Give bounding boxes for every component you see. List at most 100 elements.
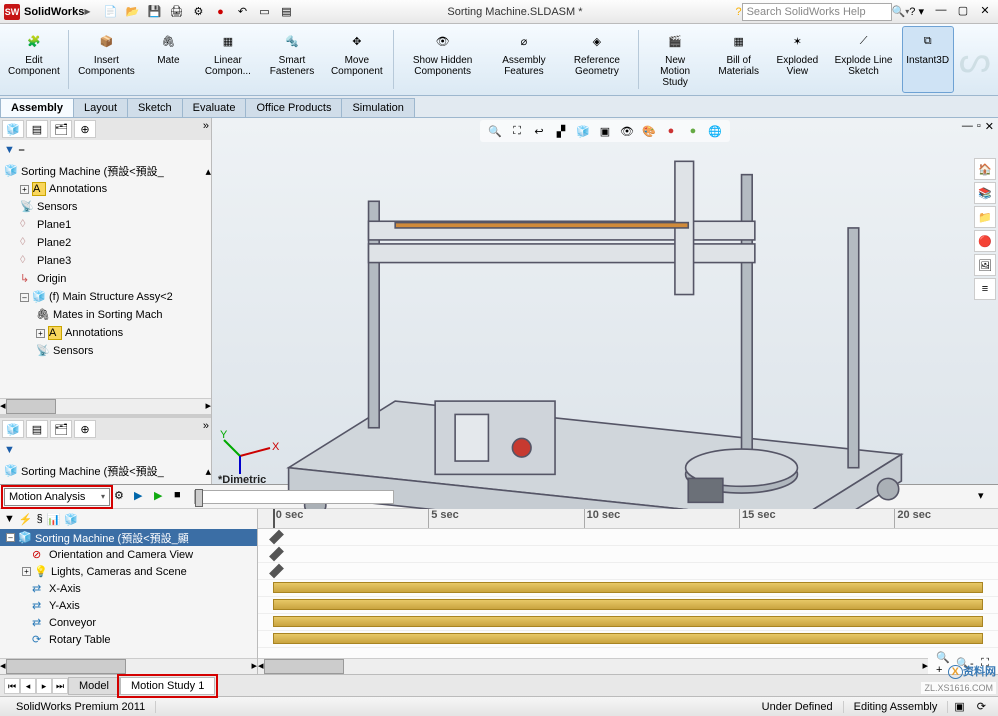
move-component-button[interactable]: ✥Move Component	[325, 26, 389, 93]
feature-tree[interactable]: 🧊Sorting Machine (預設<預設_▴ +AAnnotations …	[0, 160, 211, 398]
keyframe-icon[interactable]	[269, 530, 284, 545]
tree-item[interactable]: ◊Plane3	[0, 252, 211, 270]
motion-study-tab[interactable]: Motion Study 1	[120, 677, 215, 695]
maximize-button[interactable]: ▢	[954, 4, 972, 20]
tab-sketch[interactable]: Sketch	[127, 98, 183, 117]
app-menu-dropdown[interactable]: ▶	[84, 7, 90, 16]
time-slider[interactable]	[194, 490, 394, 504]
time-ruler[interactable]: 0 sec 5 sec 10 sec 15 sec 20 sec	[258, 509, 998, 529]
motion-tree-item[interactable]: ⟳Rotary Table	[0, 631, 257, 648]
display-style-icon[interactable]: ▣	[596, 122, 614, 140]
motion-tree[interactable]: –🧊Sorting Machine (預設<預設_顯 ⊘Orientation …	[0, 529, 257, 658]
tab-simulation[interactable]: Simulation	[341, 98, 414, 117]
collapse-icon[interactable]: ▾	[978, 489, 994, 505]
edit-component-button[interactable]: 🧩Edit Component	[4, 26, 64, 93]
panel-expand-icon[interactable]: »	[203, 120, 209, 138]
expand-icon[interactable]: –	[6, 533, 15, 542]
keyframe-icon[interactable]	[269, 564, 284, 579]
zoom-fit-icon[interactable]: 🔍	[486, 122, 504, 140]
tree-item[interactable]: ↳Origin	[0, 270, 211, 288]
scrollbar[interactable]: ◂▸	[0, 658, 257, 674]
mdi-restore[interactable]: ▫	[977, 120, 981, 133]
slider-handle[interactable]	[195, 489, 203, 507]
save-icon[interactable]: 💾	[146, 4, 162, 20]
tree-item[interactable]: +AAnnotations	[0, 324, 211, 342]
filter-split-icon[interactable]: ⎯	[19, 144, 25, 157]
status-rebuild-icon[interactable]: ⟳	[971, 700, 992, 713]
filter-motors-icon[interactable]: ⚡	[19, 513, 33, 526]
tree-root[interactable]: 🧊Sorting Machine (預設<預設_▴	[0, 462, 211, 480]
timeline-row[interactable]	[258, 529, 998, 546]
property-manager-tab[interactable]: ▤	[26, 120, 48, 138]
render-icon[interactable]: ●	[684, 122, 702, 140]
timeline-bar[interactable]	[273, 582, 983, 593]
motion-tree-item[interactable]: ⇄Y-Axis	[0, 597, 257, 614]
help-dropdown-icon[interactable]: ? ▾	[909, 5, 924, 18]
library-icon[interactable]: 📚	[974, 182, 996, 204]
timeline-row[interactable]	[258, 614, 998, 631]
appearances-icon[interactable]: 🔴	[974, 230, 996, 252]
select-icon[interactable]: ▭	[256, 4, 272, 20]
feature-tree-lower[interactable]: 🧊Sorting Machine (預設<預設_▴	[0, 460, 211, 484]
decals-icon[interactable]: 🖼	[974, 254, 996, 276]
property-manager-tab[interactable]: ▤	[26, 420, 48, 438]
filter-results-icon[interactable]: 📊	[47, 513, 61, 526]
expand-icon[interactable]: –	[20, 293, 29, 302]
mate-button[interactable]: 🖇Mate	[142, 26, 194, 93]
timeline-bar[interactable]	[273, 599, 983, 610]
explode-line-button[interactable]: ⟋Explode Line Sketch	[827, 26, 899, 93]
tree-item[interactable]: 📡Sensors	[0, 342, 211, 360]
view-triad[interactable]: X Y Z	[220, 426, 280, 476]
scene-icon[interactable]: 🎨	[640, 122, 658, 140]
search-icon[interactable]: 🔍	[892, 5, 906, 18]
feature-tree-tab[interactable]: 🧊	[2, 120, 24, 138]
tree-item[interactable]: 🖇Mates in Sorting Mach	[0, 306, 211, 324]
options-icon[interactable]: ⚙	[190, 4, 206, 20]
graphics-viewport[interactable]: 🔍 ⛶ ↩ ▞ 🧊 ▣ 👁 🎨 ● ● 🌐 — ▫ ✕ 🏠 📚 📁 🔴 🖼 ≡	[212, 118, 998, 484]
panel-expand-icon[interactable]: »	[203, 420, 209, 438]
motion-type-dropdown[interactable]: Motion Analysis ▾	[4, 488, 110, 506]
view-orient-icon[interactable]: 🧊	[574, 122, 592, 140]
tree-item[interactable]: +AAnnotations	[0, 180, 211, 198]
mdi-close[interactable]: ✕	[985, 120, 994, 133]
feature-tree-tab[interactable]: 🧊	[2, 420, 24, 438]
new-icon[interactable]: 📄	[102, 4, 118, 20]
tab-assembly[interactable]: Assembly	[0, 98, 74, 117]
motion-tree-item[interactable]: ⊘Orientation and Camera View	[0, 546, 257, 563]
motion-tree-item[interactable]: +💡Lights, Cameras and Scene	[0, 563, 257, 580]
insert-components-button[interactable]: 📦Insert Components	[72, 26, 140, 93]
expand-icon[interactable]: +	[36, 329, 45, 338]
timeline-row[interactable]	[258, 546, 998, 563]
filter-icon[interactable]: ▼	[4, 444, 15, 456]
print-icon[interactable]: 🖨	[168, 4, 184, 20]
scrollbar[interactable]: ◂▸	[258, 658, 928, 674]
macro-icon[interactable]: ▤	[278, 4, 294, 20]
next-tab-button[interactable]: ▸	[36, 678, 52, 694]
model-tab[interactable]: Model	[68, 677, 120, 695]
motion-tree-item[interactable]: –🧊Sorting Machine (預設<預設_顯	[0, 529, 257, 546]
motion-tree-item[interactable]: ⇄Conveyor	[0, 614, 257, 631]
calculate-icon[interactable]: ⚙	[114, 489, 130, 505]
scrollbar[interactable]: ◂▸	[0, 398, 211, 414]
play-from-start-icon[interactable]: ▶	[134, 489, 150, 505]
timeline-bar[interactable]	[273, 616, 983, 627]
config-manager-tab[interactable]: 🗂	[50, 420, 72, 438]
undo-icon[interactable]: ↶	[234, 4, 250, 20]
expand-icon[interactable]: +	[20, 185, 29, 194]
first-tab-button[interactable]: ⏮	[4, 678, 20, 694]
rebuild-icon[interactable]: ●	[212, 4, 228, 20]
tree-item[interactable]: –🧊(f) Main Structure Assy<2	[0, 288, 211, 306]
timeline-row[interactable]	[258, 631, 998, 648]
folder-icon[interactable]: 📁	[974, 206, 996, 228]
dimxpert-tab[interactable]: ⊕	[74, 420, 96, 438]
dimxpert-tab[interactable]: ⊕	[74, 120, 96, 138]
tree-item[interactable]: 📡Sensors	[0, 198, 211, 216]
timeline-rows[interactable]	[258, 529, 998, 674]
tab-evaluate[interactable]: Evaluate	[182, 98, 247, 117]
bom-button[interactable]: ▦Bill of Materials	[710, 26, 767, 93]
filter-icon[interactable]: ▼	[4, 144, 15, 156]
mdi-minimize[interactable]: —	[962, 120, 973, 133]
instant3d-button[interactable]: ⧉Instant3D	[902, 26, 954, 93]
timeline-row[interactable]	[258, 563, 998, 580]
search-input[interactable]: Search SolidWorks Help	[742, 3, 892, 21]
